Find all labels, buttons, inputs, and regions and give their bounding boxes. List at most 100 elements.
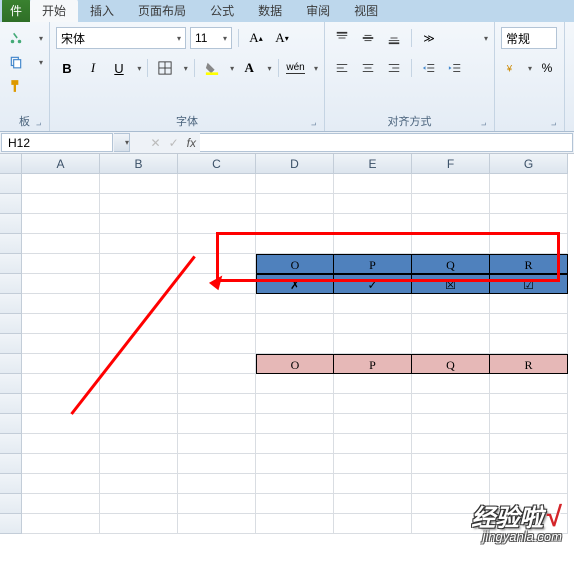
formula-input[interactable] (200, 133, 573, 152)
cell[interactable] (490, 234, 568, 254)
cell[interactable] (412, 214, 490, 234)
cell[interactable] (178, 314, 256, 334)
col-header[interactable]: A (22, 154, 100, 174)
cell[interactable] (100, 394, 178, 414)
cell[interactable] (178, 474, 256, 494)
number-format-select[interactable]: 常规 (501, 27, 557, 49)
cell[interactable] (178, 514, 256, 534)
row-header[interactable] (0, 494, 22, 514)
row-header[interactable] (0, 474, 22, 494)
row-header[interactable] (0, 174, 22, 194)
cell[interactable] (178, 294, 256, 314)
col-header[interactable]: C (178, 154, 256, 174)
enter-icon[interactable]: ✓ (169, 136, 179, 150)
cell[interactable] (412, 194, 490, 214)
cell[interactable]: ☒ (412, 274, 490, 294)
cell[interactable] (412, 234, 490, 254)
cell[interactable] (412, 394, 490, 414)
copy-icon[interactable] (6, 52, 26, 72)
percent-button[interactable]: % (536, 57, 558, 79)
cell[interactable] (178, 334, 256, 354)
chevron-down-icon[interactable]: ▾ (528, 64, 532, 73)
cell[interactable] (256, 394, 334, 414)
cell[interactable] (100, 174, 178, 194)
scissors-icon[interactable] (6, 28, 26, 48)
cell[interactable] (256, 214, 334, 234)
cell[interactable] (178, 194, 256, 214)
cell[interactable] (22, 274, 100, 294)
cell[interactable] (22, 294, 100, 314)
row-header[interactable] (0, 334, 22, 354)
chevron-down-icon[interactable]: ▾ (484, 34, 488, 43)
col-header[interactable]: G (490, 154, 568, 174)
cell[interactable] (490, 434, 568, 454)
cell[interactable] (256, 174, 334, 194)
cell[interactable]: ✗ (256, 274, 334, 294)
cell[interactable] (256, 494, 334, 514)
cell[interactable] (22, 314, 100, 334)
cell[interactable] (178, 214, 256, 234)
currency-button[interactable]: ¥ (501, 57, 523, 79)
cell[interactable] (490, 374, 568, 394)
shrink-font-button[interactable]: A▾ (271, 27, 293, 49)
align-center-button[interactable] (357, 57, 379, 79)
row-header[interactable] (0, 254, 22, 274)
cell[interactable] (22, 414, 100, 434)
cell[interactable] (22, 474, 100, 494)
cell[interactable] (100, 474, 178, 494)
cell[interactable] (100, 194, 178, 214)
cell[interactable] (334, 374, 412, 394)
chevron-down-icon[interactable]: ▾ (314, 64, 318, 73)
phonetic-button[interactable]: wén (285, 57, 307, 79)
file-tab[interactable]: 件 (2, 0, 30, 22)
cell[interactable] (22, 254, 100, 274)
cell[interactable] (22, 234, 100, 254)
cell[interactable] (412, 434, 490, 454)
cell[interactable] (178, 494, 256, 514)
cell[interactable]: O (256, 254, 334, 274)
cell[interactable] (22, 334, 100, 354)
name-box[interactable]: H12 (1, 133, 113, 152)
cell[interactable] (256, 314, 334, 334)
row-header[interactable] (0, 314, 22, 334)
underline-button[interactable]: U (108, 57, 130, 79)
cell[interactable] (490, 334, 568, 354)
cell[interactable] (22, 454, 100, 474)
bold-button[interactable]: B (56, 57, 78, 79)
cell[interactable] (22, 494, 100, 514)
cell[interactable]: ✓ (334, 274, 412, 294)
cell[interactable] (256, 294, 334, 314)
cell[interactable] (22, 194, 100, 214)
cell[interactable] (22, 214, 100, 234)
chevron-down-icon[interactable]: ▾ (137, 64, 141, 73)
row-header[interactable] (0, 214, 22, 234)
cell[interactable] (100, 214, 178, 234)
cell[interactable] (178, 434, 256, 454)
cell[interactable] (22, 434, 100, 454)
cell[interactable] (178, 234, 256, 254)
cell[interactable] (490, 474, 568, 494)
cell[interactable] (334, 454, 412, 474)
name-box-dropdown[interactable]: ▾ (114, 133, 130, 152)
tab-review[interactable]: 审阅 (294, 0, 342, 22)
cell[interactable] (256, 414, 334, 434)
cell[interactable] (178, 394, 256, 414)
cell[interactable] (334, 494, 412, 514)
cell[interactable] (100, 414, 178, 434)
cell[interactable] (100, 494, 178, 514)
grow-font-button[interactable]: A▴ (245, 27, 267, 49)
align-top-button[interactable] (331, 27, 353, 49)
font-name-select[interactable]: 宋体 ▾ (56, 27, 186, 49)
cell[interactable] (178, 454, 256, 474)
cell[interactable] (100, 334, 178, 354)
cell[interactable] (412, 474, 490, 494)
tab-view[interactable]: 视图 (342, 0, 390, 22)
font-size-select[interactable]: 11 ▾ (190, 27, 232, 49)
cell[interactable] (490, 394, 568, 414)
increase-indent-button[interactable] (444, 57, 466, 79)
cell[interactable] (412, 414, 490, 434)
cell[interactable] (334, 234, 412, 254)
select-all-corner[interactable] (0, 154, 22, 174)
cell[interactable] (178, 374, 256, 394)
cell[interactable] (256, 474, 334, 494)
